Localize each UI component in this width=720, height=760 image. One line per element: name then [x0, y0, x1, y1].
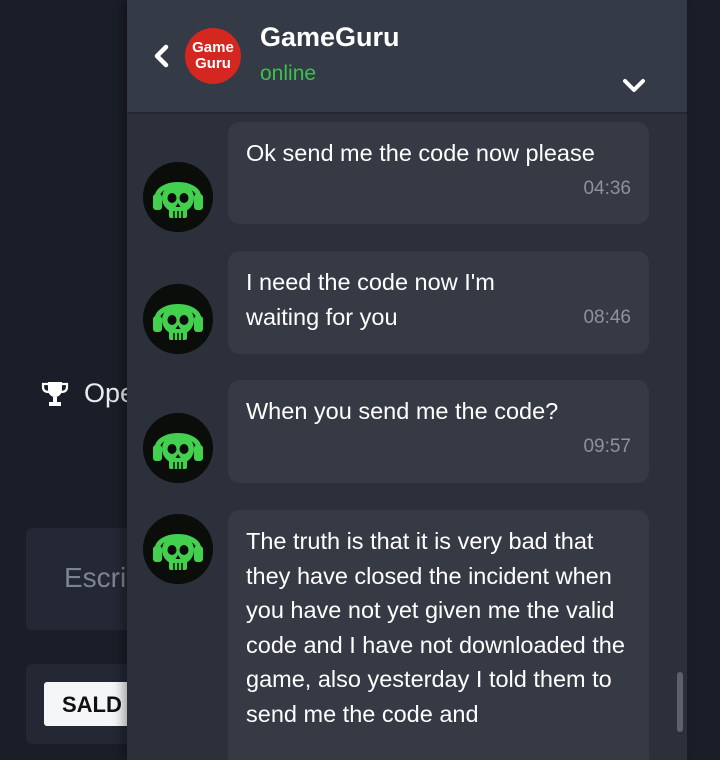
skull-avatar-icon [143, 284, 213, 354]
message-bubble: I need the code now I'm waiting for you … [228, 251, 649, 354]
background-trophy-row: Ope [40, 378, 135, 409]
avatar [143, 284, 213, 354]
message-bubble: When you send me the code? 09:57 [228, 380, 649, 483]
trophy-icon [41, 381, 69, 406]
message-time: 08:46 [583, 307, 631, 328]
avatar [143, 162, 213, 232]
logo-text-line2: Guru [195, 55, 231, 72]
message-text: Ok send me the code now please [246, 140, 595, 166]
logo-text-line1: Game [192, 39, 234, 56]
chat-scrollbar[interactable] [677, 672, 683, 732]
skull-avatar-icon [143, 514, 213, 584]
message-text: I need the code now I'm waiting for you [246, 269, 495, 330]
message-bubble: The truth is that it is very bad that th… [228, 510, 649, 760]
skull-avatar-icon [143, 413, 213, 483]
chat-panel: Game Guru GameGuru online Ok send me the… [127, 0, 687, 760]
chevron-down-icon[interactable] [620, 76, 648, 96]
message-bubble: Ok send me the code now please 04:36 [228, 122, 649, 224]
message-text: When you send me the code? [246, 398, 559, 424]
avatar [143, 514, 213, 584]
chevron-left-icon[interactable] [149, 42, 175, 70]
chat-contact-name: GameGuru [260, 22, 400, 52]
background-search-placeholder: Escri [64, 562, 127, 593]
message-time: 04:36 [583, 178, 631, 199]
chat-header: Game Guru GameGuru online [127, 0, 687, 114]
skull-avatar-icon [143, 162, 213, 232]
message-time: 09:57 [583, 436, 631, 457]
message-text: The truth is that it is very bad that th… [246, 528, 625, 727]
gameguru-logo: Game Guru [185, 28, 241, 84]
chat-status: online [260, 62, 317, 85]
avatar [143, 413, 213, 483]
